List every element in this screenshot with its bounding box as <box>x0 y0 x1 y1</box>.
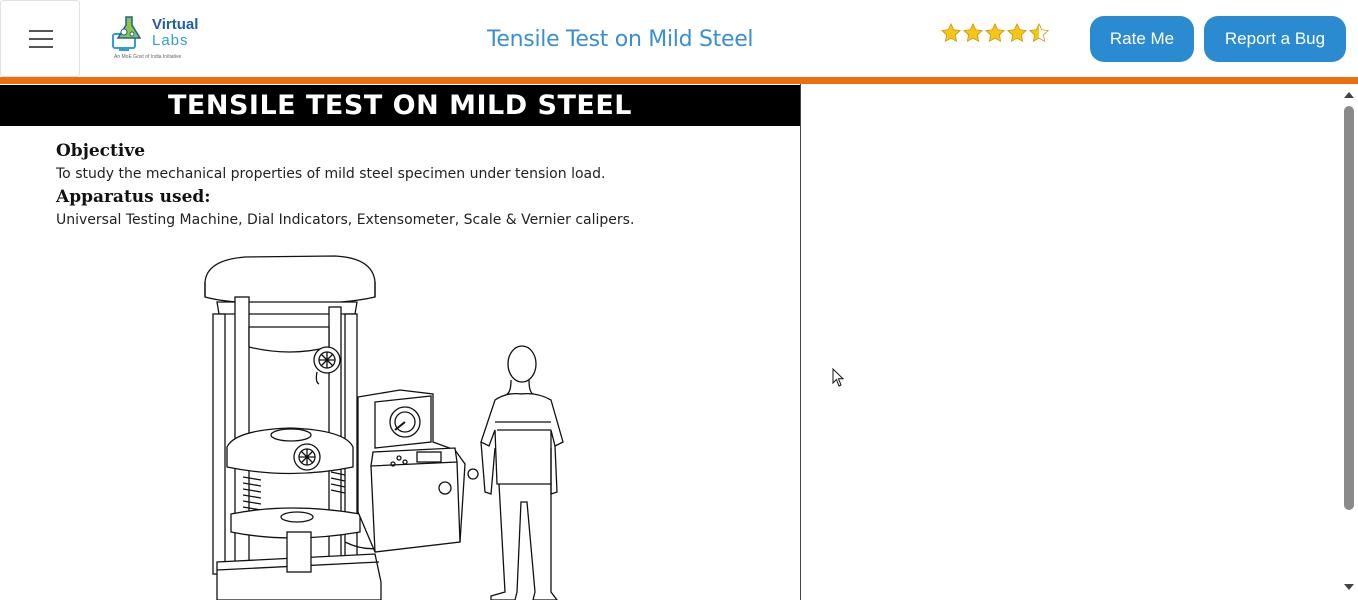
report-bug-button[interactable]: Report a Bug <box>1204 16 1346 62</box>
star-full-icon[interactable] <box>940 22 962 44</box>
page-title: Tensile Test on Mild Steel <box>487 27 754 52</box>
scroll-down-arrow-icon[interactable] <box>1344 584 1354 590</box>
objective-heading: Objective <box>56 141 146 161</box>
virtual-labs-logo[interactable]: Virtual Labs An MoE Govt of India Initia… <box>110 12 202 64</box>
objective-text: To study the mechanical properties of mi… <box>56 166 606 182</box>
logo-text-virtual: Virtual <box>152 16 199 33</box>
scroll-up-arrow-icon[interactable] <box>1344 92 1354 98</box>
utm-illustration <box>204 255 564 600</box>
experiment-banner: TENSILE TEST ON MILD STEEL <box>0 85 800 126</box>
apparatus-text: Universal Testing Machine, Dial Indicato… <box>56 212 635 228</box>
rate-me-button[interactable]: Rate Me <box>1090 16 1194 62</box>
star-half-icon[interactable] <box>1028 22 1050 44</box>
vertical-scrollbar[interactable] <box>1342 84 1358 600</box>
apparatus-heading: Apparatus used: <box>56 187 211 207</box>
simulation-pane <box>802 84 1342 600</box>
top-navbar: Virtual Labs An MoE Govt of India Initia… <box>0 0 1358 77</box>
flask-icon <box>112 16 142 51</box>
logo-text-labs: Labs <box>152 32 189 49</box>
accent-divider <box>0 77 1358 84</box>
hamburger-menu-button[interactable] <box>0 0 80 77</box>
menu-line <box>29 38 53 40</box>
scrollbar-thumb[interactable] <box>1344 106 1354 510</box>
logo-tagline: An MoE Govt of India Initiative <box>114 54 182 60</box>
experiment-content-panel: TENSILE TEST ON MILD STEEL Objective To … <box>0 84 801 600</box>
star-full-icon[interactable] <box>962 22 984 44</box>
banner-title: TENSILE TEST ON MILD STEEL <box>168 90 632 121</box>
star-full-icon[interactable] <box>1006 22 1028 44</box>
star-rating[interactable] <box>940 22 1050 46</box>
mouse-cursor-icon <box>832 368 845 387</box>
menu-line <box>29 30 53 32</box>
menu-line <box>29 46 53 48</box>
star-full-icon[interactable] <box>984 22 1006 44</box>
